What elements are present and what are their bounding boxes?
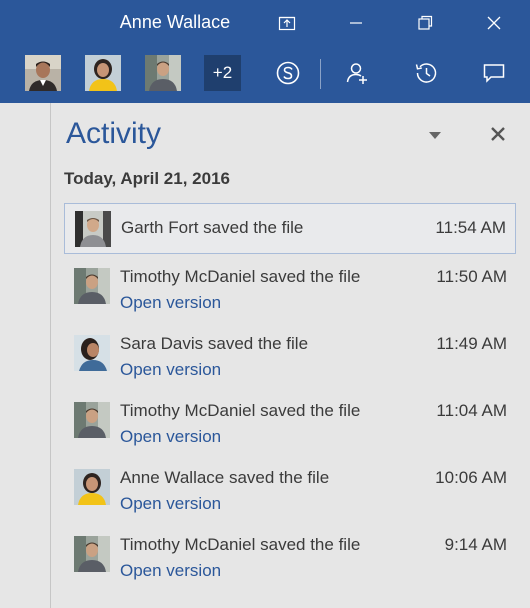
activity-item[interactable]: Anne Wallace saved the file 10:06 AM Ope…: [64, 466, 516, 518]
add-person-button[interactable]: [340, 56, 374, 90]
add-person-icon: [346, 63, 367, 84]
title-bar: Anne Wallace +2: [0, 0, 530, 103]
open-version-link[interactable]: Open version: [120, 494, 221, 514]
collaborator-avatar[interactable]: [25, 55, 61, 91]
restore-button[interactable]: [405, 8, 445, 38]
activity-text: Timothy McDaniel saved the file: [120, 535, 361, 554]
activity-text: Garth Fort saved the file: [121, 218, 304, 237]
date-header: Today, April 21, 2016: [64, 169, 230, 188]
activity-item[interactable]: Timothy McDaniel saved the file 9:14 AM …: [64, 533, 516, 585]
close-icon: [491, 127, 505, 141]
activity-time: 11:50 AM: [436, 267, 507, 286]
skype-icon: [276, 61, 300, 85]
activity-item[interactable]: Timothy McDaniel saved the file 11:04 AM…: [64, 399, 516, 451]
history-button[interactable]: [409, 56, 443, 90]
open-version-link[interactable]: Open version: [120, 293, 221, 313]
panel-close-button[interactable]: [487, 123, 509, 145]
minimize-icon: [350, 22, 362, 24]
activity-panel: Activity Today, April 21, 2016 Garth For…: [51, 103, 530, 608]
user-avatar: [75, 211, 111, 247]
activity-item[interactable]: Timothy McDaniel saved the file 11:50 AM…: [64, 265, 516, 317]
comments-button[interactable]: [477, 56, 511, 90]
open-version-link[interactable]: Open version: [120, 360, 221, 380]
user-avatar: [74, 402, 110, 438]
skype-button[interactable]: [271, 56, 305, 90]
user-avatar: [74, 469, 110, 505]
more-collaborators-button[interactable]: +2: [204, 55, 241, 91]
activity-time: 11:54 AM: [435, 218, 506, 237]
activity-time: 10:06 AM: [435, 468, 507, 487]
close-window-button[interactable]: [474, 8, 514, 38]
minimize-button[interactable]: [336, 8, 376, 38]
caret-down-icon: [429, 132, 441, 139]
activity-text: Timothy McDaniel saved the file: [120, 401, 361, 420]
activity-text: Timothy McDaniel saved the file: [120, 267, 361, 286]
user-avatar: [74, 335, 110, 371]
activity-item[interactable]: Garth Fort saved the file 11:54 AM: [64, 203, 516, 254]
activity-time: 11:49 AM: [436, 334, 507, 353]
user-avatar: [74, 268, 110, 304]
collaborator-avatar[interactable]: [85, 55, 121, 91]
history-icon: [415, 63, 437, 83]
activity-text: Sara Davis saved the file: [120, 334, 309, 353]
activity-text: Anne Wallace saved the file: [120, 468, 330, 487]
restore-icon: [418, 15, 433, 30]
activity-time: 9:14 AM: [444, 535, 507, 554]
toolbar-divider: [320, 59, 321, 89]
share-icon: [278, 16, 296, 31]
panel-title: Activity: [66, 117, 162, 150]
activity-time: 11:04 AM: [436, 401, 507, 420]
comment-icon: [483, 64, 505, 83]
user-avatar: [74, 536, 110, 572]
open-version-link[interactable]: Open version: [120, 427, 221, 447]
panel-menu-button[interactable]: [425, 129, 445, 143]
activity-item[interactable]: Sara Davis saved the file 11:49 AM Open …: [64, 332, 516, 384]
collaborator-avatar[interactable]: [145, 55, 181, 91]
open-version-link[interactable]: Open version: [120, 561, 221, 581]
share-button[interactable]: [267, 8, 307, 38]
close-icon: [487, 16, 501, 30]
